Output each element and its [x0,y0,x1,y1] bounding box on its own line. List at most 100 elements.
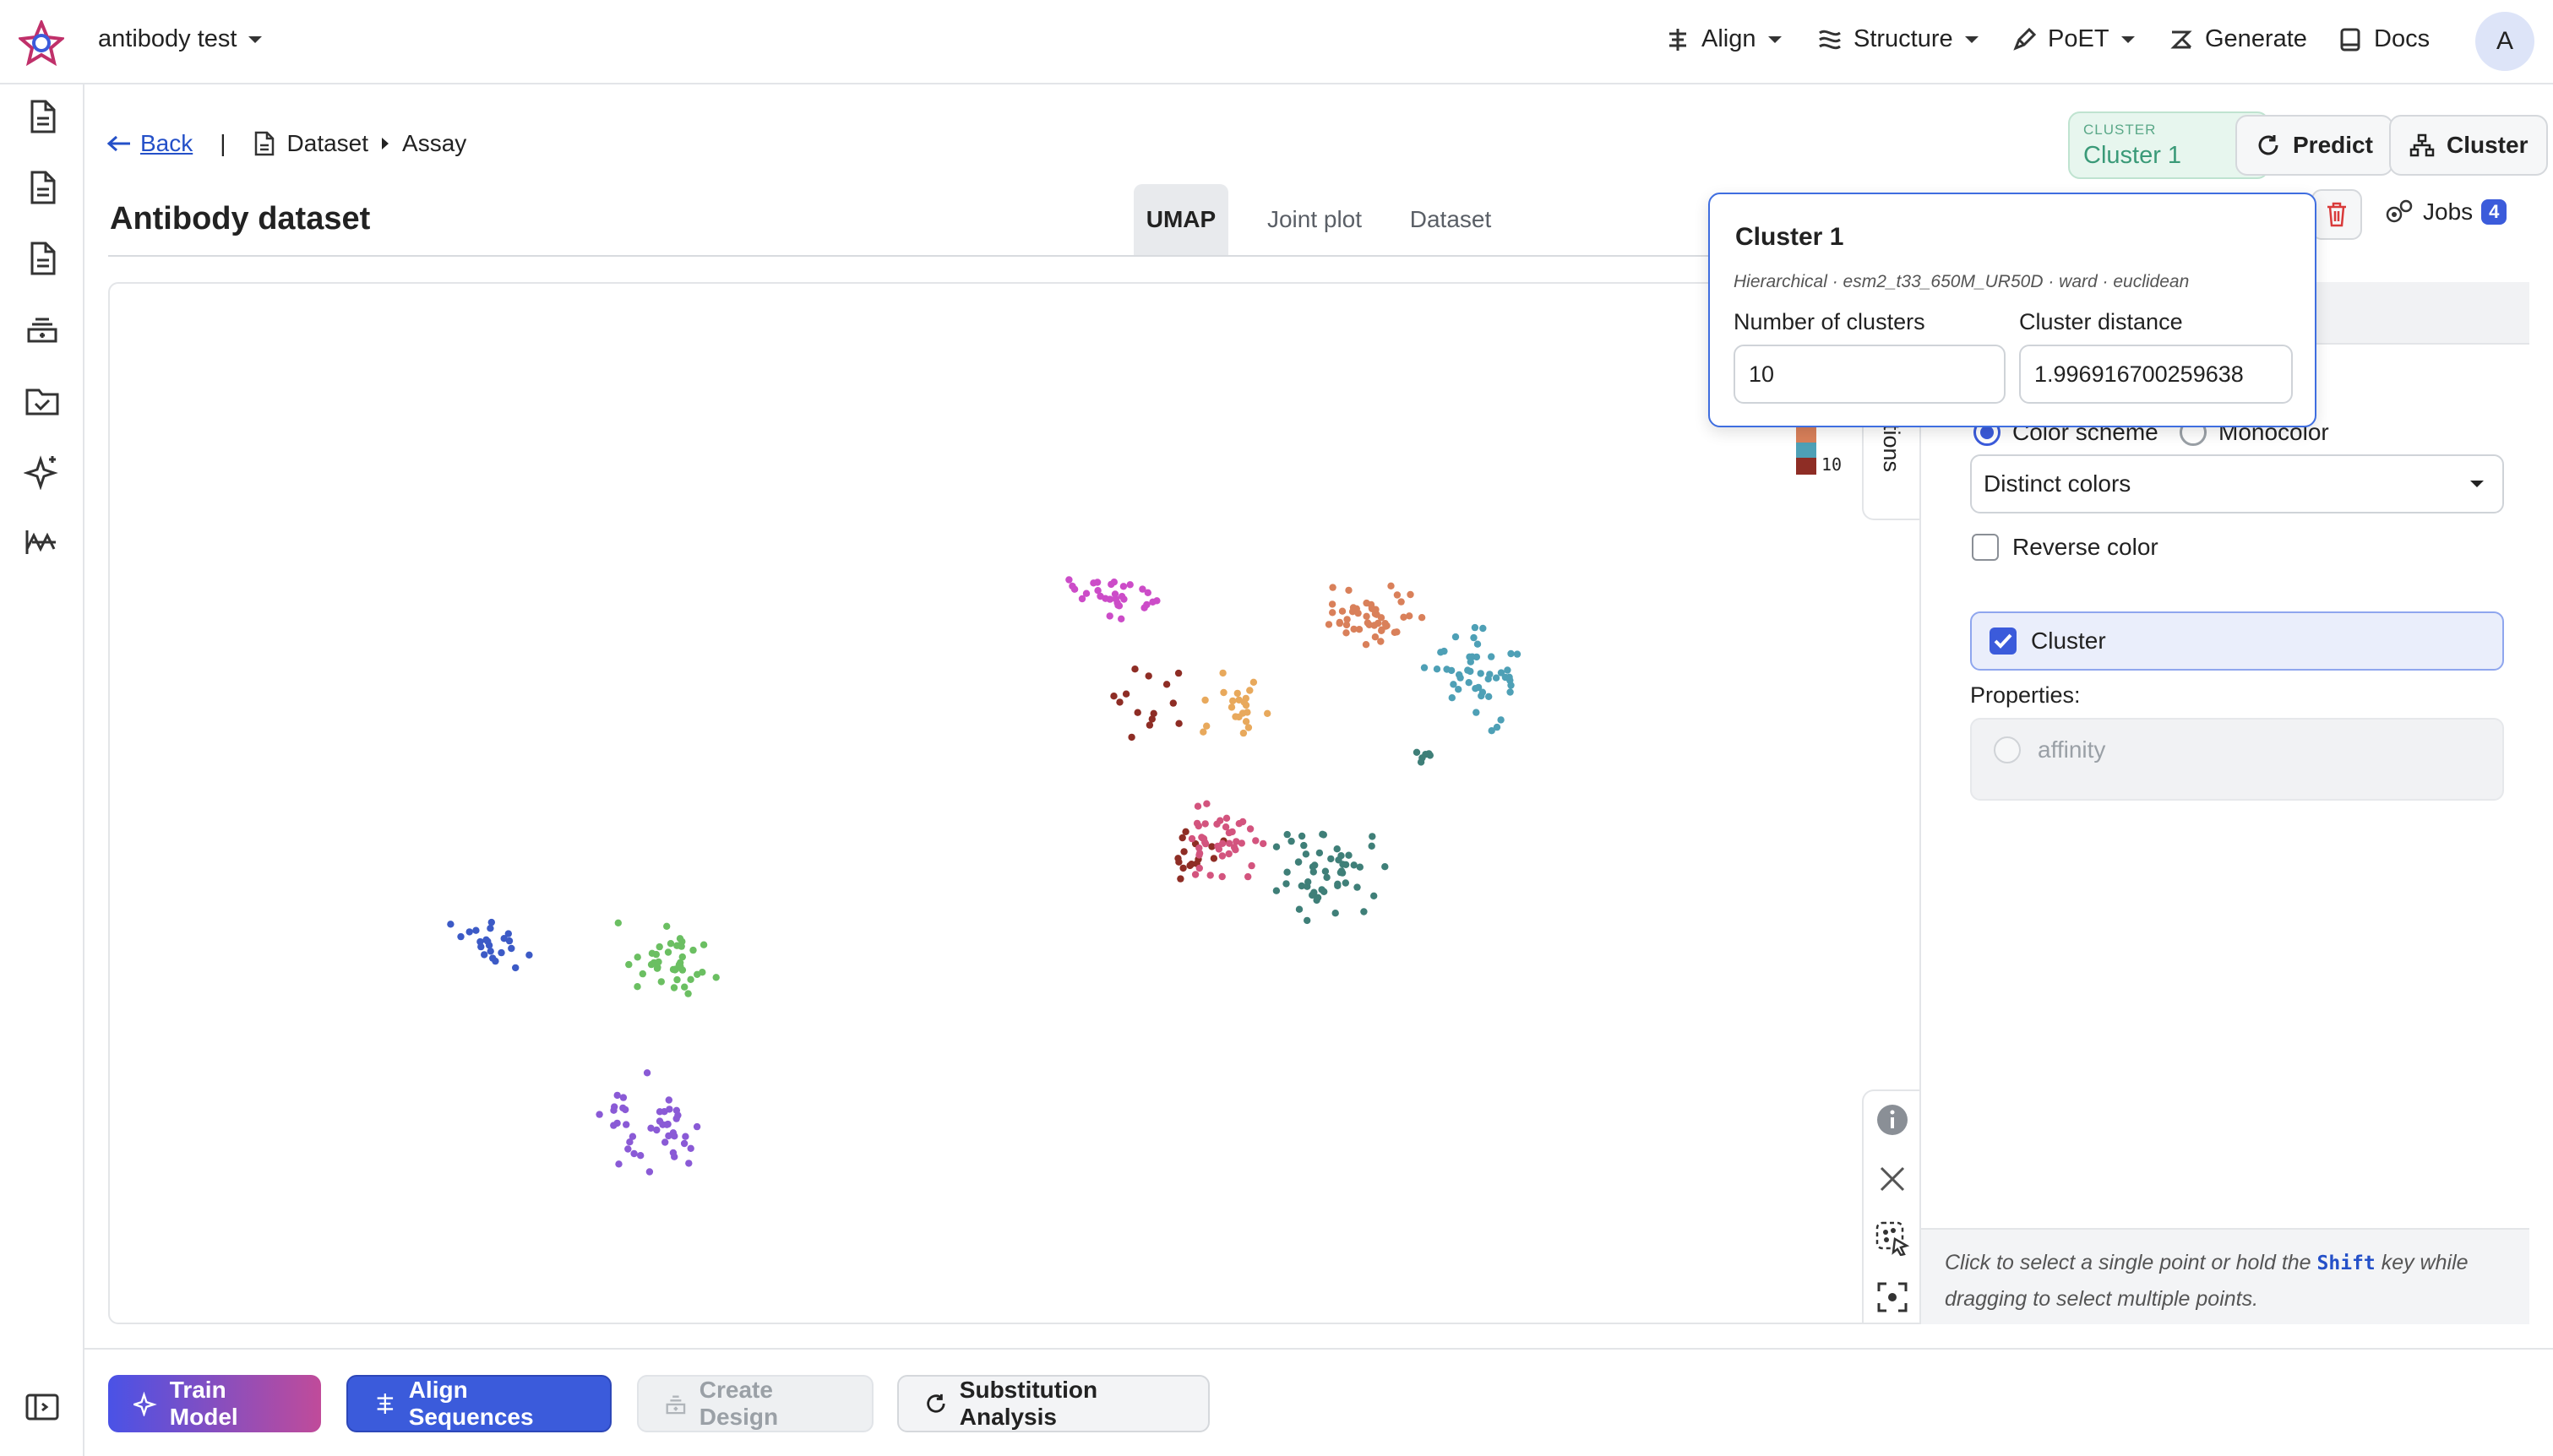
scatter-point[interactable] [1493,723,1501,731]
scatter-point[interactable] [1222,814,1231,822]
scatter-point[interactable] [1335,856,1342,864]
tab-joint-plot[interactable]: Joint plot [1249,184,1380,255]
cluster-distance-input[interactable]: 1.996916700259638 [2019,345,2293,404]
scatter-point[interactable] [1210,855,1218,862]
scatter-point[interactable] [487,925,494,932]
train-model-button[interactable]: Train Model [108,1375,321,1432]
scatter-point[interactable] [481,951,488,959]
scatter-point[interactable] [1218,852,1227,860]
nav-align[interactable]: Align [1664,25,1783,53]
scatter-point[interactable] [1336,619,1344,627]
scatter-point[interactable] [1248,861,1255,870]
scatter-point[interactable] [670,984,678,991]
scatter-point[interactable] [489,954,497,962]
scatter-point[interactable] [630,1149,638,1158]
scatter-point[interactable] [1382,622,1390,630]
waveform-icon[interactable] [24,524,61,561]
scatter-point[interactable] [1418,614,1426,622]
scatter-point[interactable] [667,940,675,948]
scatter-point[interactable] [656,943,663,951]
scatter-point[interactable] [512,964,520,972]
scatter-point[interactable] [1203,800,1211,807]
focus-button[interactable] [1864,1269,1921,1326]
scatter-point[interactable] [1381,863,1389,871]
scatter-point[interactable] [487,918,495,926]
scatter-point[interactable] [1319,830,1326,838]
scatter-point[interactable] [1195,844,1203,852]
scatter-point[interactable] [1300,841,1308,850]
scatter-point[interactable] [682,1133,689,1140]
scatter-point[interactable] [1342,879,1350,887]
scatter-point[interactable] [613,1091,621,1100]
scatter-point[interactable] [663,922,671,930]
scatter-point[interactable] [1318,886,1325,894]
scatter-point[interactable] [1229,697,1237,705]
scatter-point[interactable] [639,970,646,978]
scatter-point[interactable] [1106,612,1113,620]
scatter-point[interactable] [498,948,505,957]
scatter-point[interactable] [1112,595,1120,603]
scatter-point[interactable] [648,949,656,957]
scatter-point[interactable] [1108,580,1115,589]
scatter-point[interactable] [1260,839,1267,848]
scatter-point[interactable] [1249,678,1258,686]
substitution-analysis-button[interactable]: Substitution Analysis [897,1375,1210,1432]
scatter-point[interactable] [699,969,706,976]
scatter-point[interactable] [661,1138,669,1146]
scatter-point[interactable] [1220,688,1228,697]
scatter-point[interactable] [619,1094,628,1101]
scatter-point[interactable] [1315,849,1324,857]
scatter-point[interactable] [653,964,661,972]
scatter-point[interactable] [1146,721,1154,729]
scatter-point[interactable] [1473,640,1482,648]
scatter-point[interactable] [1283,830,1291,839]
tab-dataset[interactable]: Dataset [1396,184,1505,255]
scatter-point[interactable] [1194,802,1202,810]
avatar[interactable]: A [2475,12,2534,71]
scatter-point[interactable] [1225,850,1233,858]
scatter-point[interactable] [1329,584,1336,591]
scatter-point[interactable] [1333,845,1341,853]
scatter-point[interactable] [1456,671,1463,679]
scatter-plot[interactable] [110,284,1924,1324]
scatter-point[interactable] [1065,576,1073,584]
scatter-point[interactable] [669,965,678,974]
tab-umap[interactable]: UMAP [1134,184,1228,255]
scatter-point[interactable] [712,974,720,981]
scatter-point[interactable] [1342,629,1350,637]
scatter-point[interactable] [447,921,455,928]
scatter-point[interactable] [525,951,533,959]
cluster-checkbox[interactable]: Cluster [1970,611,2504,671]
scatter-point[interactable] [1368,842,1375,850]
document-icon[interactable] [24,169,61,206]
scatter-point[interactable] [1195,822,1203,830]
scatter-point[interactable] [678,953,686,961]
scatter-point[interactable] [1206,872,1214,879]
scatter-point[interactable] [1360,908,1368,915]
scatter-point[interactable] [1513,650,1521,658]
jobs-button[interactable]: Jobs 4 [2384,198,2507,226]
stack-icon[interactable] [24,311,61,348]
scatter-point[interactable] [1182,828,1189,835]
scatter-point[interactable] [1287,837,1295,845]
document-icon[interactable] [24,240,61,277]
scatter-point[interactable] [1353,605,1361,612]
scatter-point[interactable] [1471,623,1479,632]
scatter-point[interactable] [1295,905,1304,913]
scatter-point[interactable] [1272,843,1281,850]
scatter-point[interactable] [1464,666,1472,674]
scatter-point[interactable] [1174,669,1183,677]
scatter-point[interactable] [664,948,672,956]
scatter-point[interactable] [653,1126,661,1134]
scatter-point[interactable] [1246,687,1254,694]
scatter-point[interactable] [1233,689,1242,698]
scatter-point[interactable] [1363,612,1370,620]
scatter-point[interactable] [472,926,480,934]
scatter-point[interactable] [1477,670,1484,677]
scatter-point[interactable] [1242,694,1250,703]
scatter-point[interactable] [1294,858,1303,866]
scatter-point[interactable] [1222,823,1230,831]
scatter-point[interactable] [1448,694,1456,702]
scatter-point[interactable] [1467,658,1475,666]
document-icon[interactable] [24,98,61,135]
